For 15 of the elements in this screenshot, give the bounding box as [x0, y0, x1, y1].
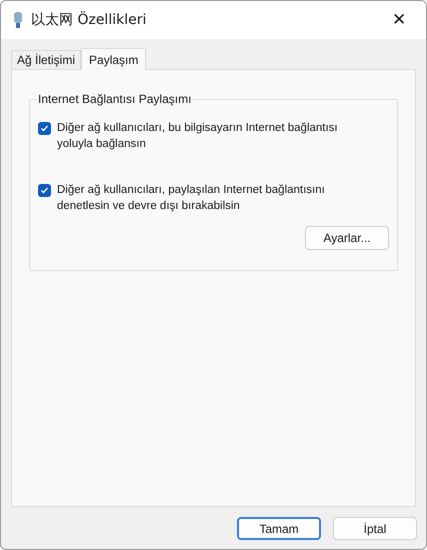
tab[interactable]: Ağ İletişimi — [11, 50, 82, 69]
close-button[interactable]: ✕ — [384, 5, 414, 35]
checkmark-icon — [40, 186, 49, 195]
checkbox[interactable] — [38, 122, 51, 135]
window-title: 以太网 Özellikleri — [31, 10, 146, 30]
dialog-button[interactable]: İptal — [333, 517, 417, 540]
checkbox[interactable] — [38, 184, 51, 197]
tab[interactable]: Paylaşım — [81, 48, 146, 70]
dialog-button[interactable]: Tamam — [237, 517, 321, 540]
group-title: Internet Bağlantısı Paylaşımı — [37, 91, 192, 108]
checkbox-label: Diğer ağ kullanıcıları, paylaşılan Internet bağlantısını denetlesin ve devre dışı bırakabilsin — [57, 183, 326, 214]
checkbox-label: Diğer ağ kullanıcıları, bu bilgisayarın Internet bağlantısı yoluyla bağlansın — [57, 121, 339, 152]
checkmark-icon — [40, 124, 49, 133]
settings-button[interactable]: Ayarlar... — [305, 226, 389, 250]
network-adapter-icon — [13, 11, 23, 29]
